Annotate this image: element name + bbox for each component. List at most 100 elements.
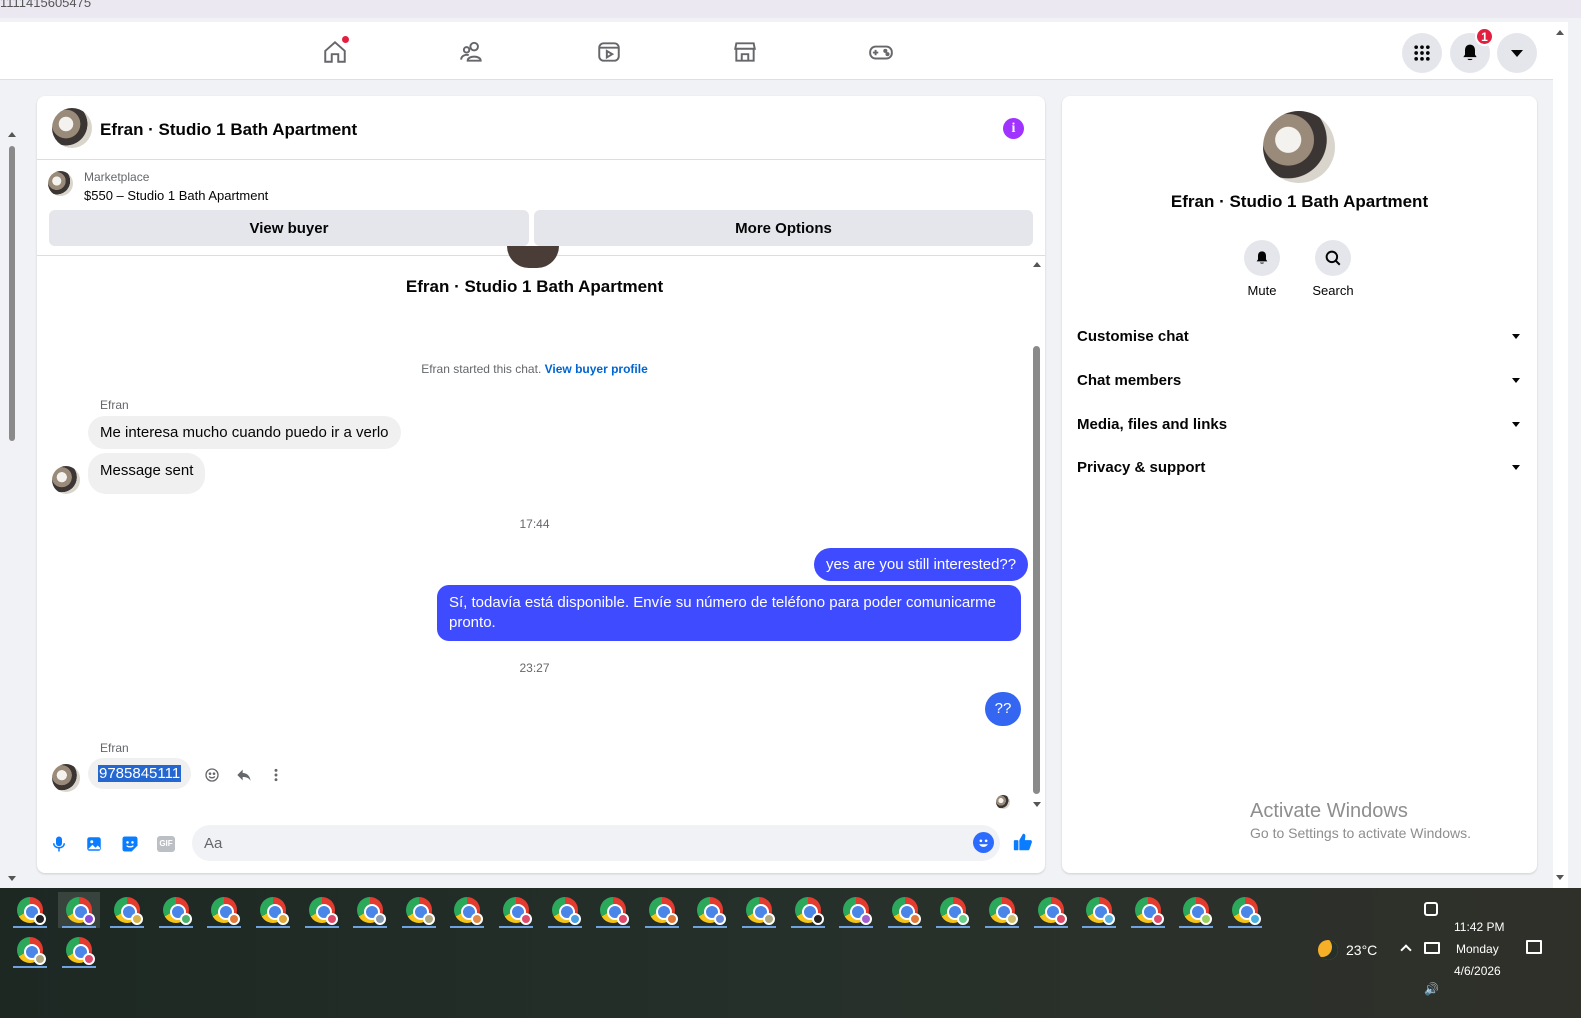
view-buyer-button[interactable]: View buyer [49,210,529,246]
account-menu-button[interactable] [1497,33,1537,73]
sender-avatar[interactable] [52,764,80,792]
chrome-taskbar-icon[interactable] [592,892,634,928]
outgoing-message[interactable]: ?? [985,692,1021,726]
clock-day[interactable]: Monday [1456,942,1499,956]
chrome-taskbar-icon[interactable] [203,892,245,928]
chrome-taskbar-icon[interactable] [981,892,1023,928]
profile-avatar[interactable] [1263,111,1335,183]
gif-icon[interactable]: GIF [155,833,177,855]
incoming-message[interactable]: Message sent [88,453,206,494]
chrome-taskbar-icon[interactable] [1078,892,1120,928]
chrome-taskbar-icon[interactable] [835,892,877,928]
page-scrollbar[interactable] [8,130,16,881]
sticker-icon[interactable] [119,833,141,855]
chrome-taskbar-icon[interactable] [252,892,294,928]
friends-icon[interactable] [456,36,488,68]
incoming-message[interactable]: 9785845111 [88,758,192,789]
scroll-up-arrow[interactable] [8,132,16,137]
view-buyer-profile-link[interactable]: View buyer profile [545,362,648,376]
address-bar-text[interactable]: 1111415605475 [0,0,91,10]
profile-badge-icon [471,913,484,925]
chrome-taskbar-icon[interactable] [58,932,100,968]
incoming-message[interactable]: Me interesa mucho cuando puedo ir a verl… [88,416,401,449]
react-smiley-icon[interactable] [203,766,221,784]
clock-time[interactable]: 11:42 PM [1454,920,1504,934]
like-thumb-icon[interactable] [1012,831,1034,853]
mute-button[interactable]: Mute [1234,240,1290,298]
weather-temperature[interactable]: 23°C [1346,942,1377,958]
chrome-taskbar-icon[interactable] [446,892,488,928]
chat-title[interactable]: Efran · Studio 1 Bath Apartment [100,120,357,140]
chrome-taskbar-icon[interactable] [1175,892,1217,928]
message-input[interactable]: Aa [192,825,1000,861]
microphone-icon[interactable] [48,833,70,855]
listing-title[interactable]: $550 – Studio 1 Bath Apartment [84,188,268,203]
scroll-down-arrow[interactable] [8,876,16,881]
chrome-taskbar-icon[interactable] [787,892,829,928]
emoji-icon[interactable] [973,832,994,853]
search-button[interactable]: Search [1305,240,1361,298]
chrome-taskbar-icon[interactable] [1224,892,1266,928]
chrome-taskbar-icon[interactable] [106,892,148,928]
more-options-button[interactable]: More Options [534,210,1033,246]
outgoing-message[interactable]: yes are you still interested?? [814,548,1029,581]
chrome-taskbar-icon[interactable] [884,892,926,928]
marketplace-icon[interactable] [729,36,761,68]
meet-now-icon[interactable] [1424,902,1438,916]
network-icon[interactable] [1424,942,1440,954]
chrome-taskbar-icon[interactable] [398,892,440,928]
chrome-taskbar-icon[interactable] [495,892,537,928]
chrome-taskbar-icon[interactable] [349,892,391,928]
chrome-taskbar-icon[interactable] [9,892,51,928]
profile-badge-icon [131,913,144,925]
chrome-taskbar-icon[interactable] [1030,892,1072,928]
clock-date[interactable]: 4/6/2026 [1454,964,1501,978]
bookmark-star-icon[interactable] [1365,0,1381,8]
scroll-down-arrow[interactable] [1033,802,1041,807]
window-scrollbar[interactable] [1553,22,1568,888]
home-icon[interactable] [319,36,351,68]
video-icon[interactable] [593,36,625,68]
listing-thumbnail[interactable] [48,171,73,196]
chrome-taskbar-icon[interactable] [641,892,683,928]
info-icon[interactable]: i [1003,118,1024,139]
volume-icon[interactable]: 🔊 [1424,982,1439,996]
sender-avatar[interactable] [52,466,80,494]
listing-avatar[interactable] [52,108,92,148]
chrome-taskbar-icon[interactable] [689,892,731,928]
outgoing-message[interactable]: Sí, todavía está disponible. Envíe su nú… [437,585,1021,641]
more-actions-icon[interactable] [267,766,285,784]
scrollbar-thumb[interactable] [9,146,15,441]
scroll-up-arrow[interactable] [1556,30,1564,35]
reply-icon[interactable] [235,766,253,784]
gaming-icon[interactable] [865,36,897,68]
chrome-taskbar-icon[interactable] [57,892,100,928]
chrome-taskbar-icon[interactable] [544,892,586,928]
selected-phone-number[interactable]: 9785845111 [98,765,182,782]
menu-icon[interactable] [1525,0,1541,8]
photo-attach-icon[interactable] [83,833,105,855]
chrome-taskbar-icon[interactable] [155,892,197,928]
notification-center-icon[interactable] [1526,940,1542,954]
profile-icon[interactable] [1485,0,1501,8]
chrome-taskbar-icon[interactable] [738,892,780,928]
scrollbar-thumb[interactable] [1033,346,1040,794]
media-files-links-section[interactable]: Media, files and links [1077,411,1522,437]
weather-moon-icon[interactable] [1318,940,1338,960]
puzzle-icon[interactable] [1445,0,1461,8]
menu-grid-button[interactable] [1402,33,1442,73]
customise-chat-section[interactable]: Customise chat [1077,323,1522,349]
chrome-taskbar-icon[interactable] [1127,892,1169,928]
privacy-support-section[interactable]: Privacy & support [1077,454,1522,480]
install-icon[interactable] [1325,0,1341,8]
extension-icon[interactable] [1405,0,1421,8]
chat-members-section[interactable]: Chat members [1077,367,1522,393]
scroll-down-arrow[interactable] [1556,875,1564,880]
notifications-button[interactable]: 1 [1450,27,1494,73]
scroll-up-arrow[interactable] [1033,262,1041,267]
chrome-taskbar-icon[interactable] [932,892,974,928]
chrome-taskbar-icon[interactable] [9,932,51,968]
chat-scrollbar[interactable] [1031,262,1043,810]
chrome-taskbar-icon[interactable] [301,892,343,928]
show-hidden-icons-chevron[interactable] [1400,944,1412,956]
